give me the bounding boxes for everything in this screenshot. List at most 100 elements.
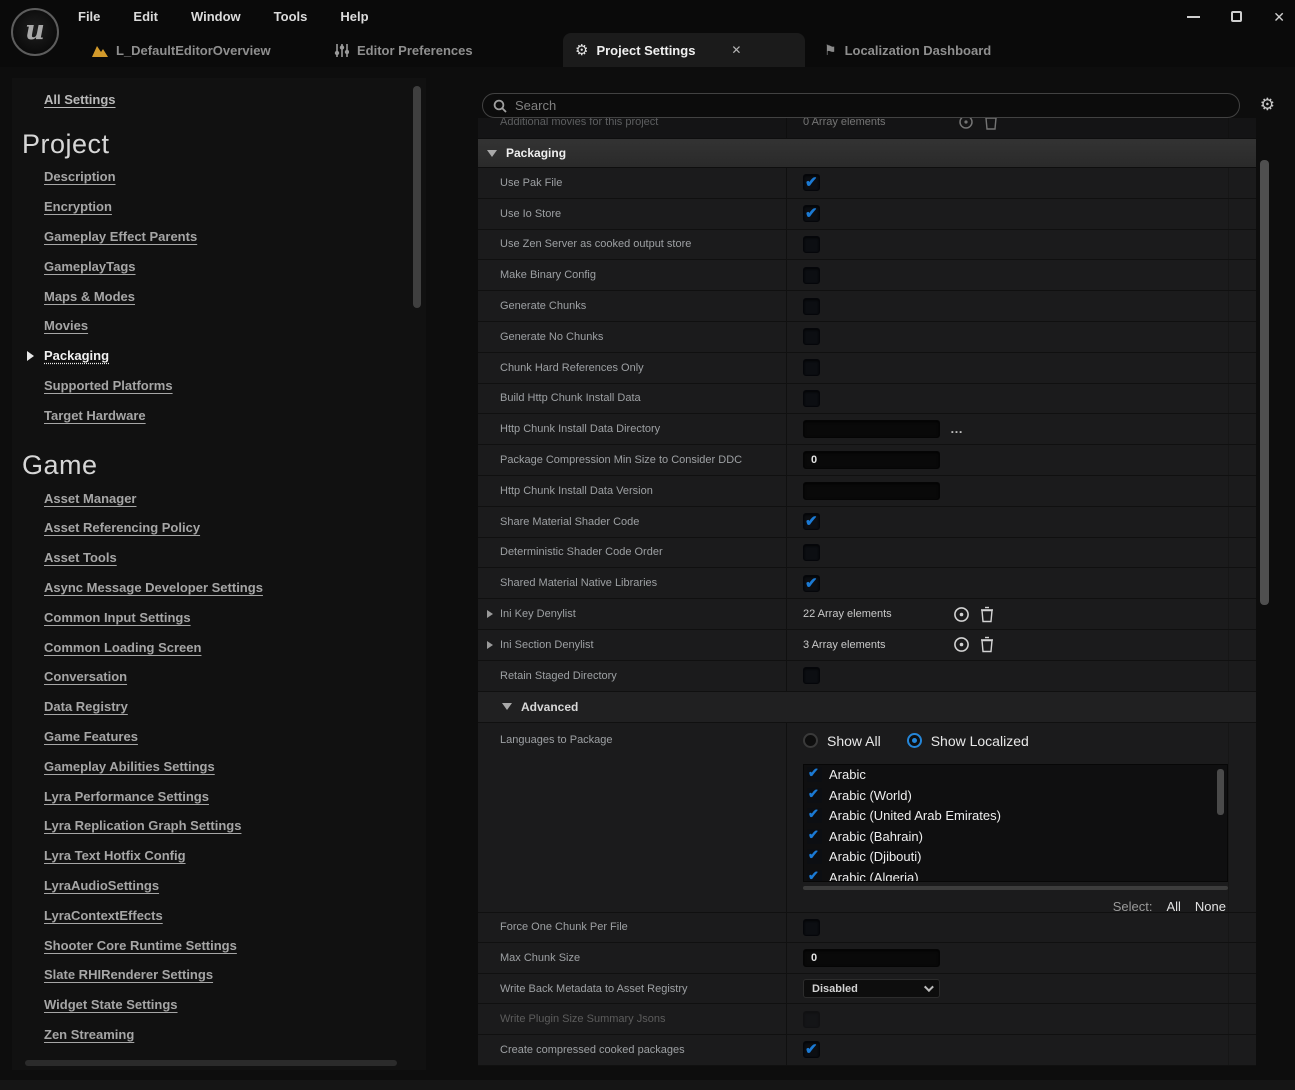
language-list-horizontal-scrollbar[interactable] — [803, 886, 1228, 890]
sidebar-item-supported-platforms[interactable]: Supported Platforms — [44, 371, 426, 401]
select-none-link[interactable]: None — [1195, 899, 1226, 914]
sidebar-item-conversation[interactable]: Conversation — [44, 662, 426, 692]
sidebar-item-asset-tools[interactable]: Asset Tools — [44, 543, 426, 573]
sidebar-horizontal-scrollbar[interactable] — [25, 1060, 397, 1066]
radio-show-all[interactable]: Show All — [803, 733, 881, 749]
radio-show-localized[interactable]: Show Localized — [907, 733, 1029, 749]
collapse-arrow-icon — [502, 703, 512, 710]
maximize-button[interactable] — [1231, 11, 1242, 22]
sidebar-all-settings-link[interactable]: All Settings — [44, 92, 116, 107]
add-element-icon[interactable] — [953, 636, 970, 653]
expand-arrow-icon[interactable] — [487, 641, 493, 649]
advanced-section-header[interactable]: Advanced — [478, 692, 1256, 723]
sidebar-item-description[interactable]: Description — [44, 162, 426, 192]
checkbox[interactable] — [807, 808, 822, 823]
number-field[interactable]: 0 — [803, 451, 940, 469]
trash-icon[interactable] — [984, 118, 998, 130]
checkbox[interactable] — [807, 788, 822, 803]
view-options-button[interactable]: ⚙ — [1260, 96, 1275, 115]
add-element-icon[interactable] — [953, 606, 970, 623]
language-item-arabic-djibouti[interactable]: Arabic (Djibouti) — [804, 847, 1227, 868]
expand-arrow-icon[interactable] — [487, 610, 493, 618]
checkbox[interactable] — [803, 513, 820, 530]
sidebar-item-encryption[interactable]: Encryption — [44, 192, 426, 222]
trash-icon[interactable] — [980, 606, 994, 623]
checkbox[interactable] — [803, 236, 820, 253]
sidebar-item-lyra-text-hotfix-config[interactable]: Lyra Text Hotfix Config — [44, 841, 426, 871]
sidebar-item-gameplay-abilities-settings[interactable]: Gameplay Abilities Settings — [44, 751, 426, 781]
sidebar-item-lyra-replication-graph-settings[interactable]: Lyra Replication Graph Settings — [44, 811, 426, 841]
packaging-section-header[interactable]: Packaging — [478, 139, 1256, 168]
checkbox[interactable] — [807, 767, 822, 782]
setting-row-retain-staged-directory: Retain Staged Directory — [478, 661, 1256, 692]
checkbox[interactable] — [803, 919, 820, 936]
text-field[interactable] — [803, 420, 940, 438]
checkbox[interactable] — [803, 575, 820, 592]
checkbox[interactable] — [803, 298, 820, 315]
sidebar-item-common-input-settings[interactable]: Common Input Settings — [44, 602, 426, 632]
language-list-scrollbar[interactable] — [1217, 769, 1224, 815]
sidebar-item-async-message-developer-settings[interactable]: Async Message Developer Settings — [44, 573, 426, 603]
checkbox[interactable] — [807, 829, 822, 844]
sidebar-item-gameplay-effect-parents[interactable]: Gameplay Effect Parents — [44, 222, 426, 252]
project-items: Description Encryption Gameplay Effect P… — [44, 162, 426, 430]
tab-project-settings[interactable]: ⚙ Project Settings ✕ — [563, 33, 805, 67]
setting-row-http-chunk-install-data-directory: Http Chunk Install Data Directory … — [478, 414, 1256, 445]
menu-help[interactable]: Help — [340, 9, 368, 24]
sidebar-item-common-loading-screen[interactable]: Common Loading Screen — [44, 632, 426, 662]
checkbox[interactable] — [803, 267, 820, 284]
sidebar-item-lyracontexteffects[interactable]: LyraContextEffects — [44, 900, 426, 930]
main-vertical-scrollbar[interactable] — [1260, 160, 1269, 605]
sidebar-item-target-hardware[interactable]: Target Hardware — [44, 400, 426, 430]
sidebar-item-zen-streaming[interactable]: Zen Streaming — [44, 1020, 426, 1050]
close-window-button[interactable]: ✕ — [1273, 10, 1285, 24]
sidebar-item-widget-state-settings[interactable]: Widget State Settings — [44, 990, 426, 1020]
language-list[interactable]: Arabic Arabic (World) Arabic (United Ara… — [803, 764, 1228, 882]
sidebar-item-maps-modes[interactable]: Maps & Modes — [44, 281, 426, 311]
sidebar-item-lyra-performance-settings[interactable]: Lyra Performance Settings — [44, 781, 426, 811]
menu-window[interactable]: Window — [191, 9, 241, 24]
checkbox[interactable] — [803, 1041, 820, 1058]
checkbox[interactable] — [803, 174, 820, 191]
search-bar[interactable]: Search — [482, 93, 1240, 118]
add-element-icon[interactable] — [958, 118, 974, 130]
language-item-arabic[interactable]: Arabic — [804, 765, 1227, 786]
checkbox[interactable] — [807, 849, 822, 864]
trash-icon[interactable] — [980, 636, 994, 653]
tab-level-label: L_DefaultEditorOverview — [116, 43, 271, 58]
tab-close-icon[interactable]: ✕ — [731, 43, 741, 57]
sidebar-item-gameplaytags[interactable]: GameplayTags — [44, 251, 426, 281]
language-item-arabic-algeria[interactable]: Arabic (Algeria) — [804, 867, 1227, 882]
language-item-arabic-uae[interactable]: Arabic (United Arab Emirates) — [804, 806, 1227, 827]
minimize-button[interactable] — [1187, 16, 1200, 18]
sidebar-item-asset-referencing-policy[interactable]: Asset Referencing Policy — [44, 513, 426, 543]
sidebar-item-data-registry[interactable]: Data Registry — [44, 692, 426, 722]
text-field[interactable] — [803, 482, 940, 500]
menu-edit[interactable]: Edit — [133, 9, 158, 24]
sidebar-item-lyraaudiosettings[interactable]: LyraAudioSettings — [44, 871, 426, 901]
checkbox[interactable] — [803, 390, 820, 407]
sidebar-item-movies[interactable]: Movies — [44, 311, 426, 341]
select-all-link[interactable]: All — [1166, 899, 1180, 914]
checkbox[interactable] — [803, 205, 820, 222]
checkbox[interactable] — [803, 544, 820, 561]
sidebar-item-asset-manager[interactable]: Asset Manager — [44, 483, 426, 513]
checkbox[interactable] — [803, 328, 820, 345]
tab-localization-dashboard[interactable]: ⚑ Localization Dashboard — [812, 33, 1003, 67]
sidebar-item-shooter-core-runtime-settings[interactable]: Shooter Core Runtime Settings — [44, 930, 426, 960]
tab-editor-preferences[interactable]: Editor Preferences — [322, 33, 485, 67]
sidebar-item-slate-rhirenderer-settings[interactable]: Slate RHIRenderer Settings — [44, 960, 426, 990]
sidebar-vertical-scrollbar[interactable] — [413, 86, 421, 308]
language-item-arabic-world[interactable]: Arabic (World) — [804, 785, 1227, 806]
language-item-arabic-bahrain[interactable]: Arabic (Bahrain) — [804, 826, 1227, 847]
checkbox[interactable] — [803, 667, 820, 684]
tab-level-editor[interactable]: L_DefaultEditorOverview — [80, 33, 283, 67]
dropdown-write-back-metadata[interactable]: Disabled — [803, 979, 940, 998]
menu-tools[interactable]: Tools — [274, 9, 308, 24]
menu-file[interactable]: File — [78, 9, 100, 24]
sidebar-item-game-features[interactable]: Game Features — [44, 722, 426, 752]
checkbox[interactable] — [807, 870, 822, 882]
sidebar-item-packaging[interactable]: Packaging — [44, 341, 426, 371]
number-field[interactable]: 0 — [803, 949, 940, 967]
checkbox[interactable] — [803, 359, 820, 376]
